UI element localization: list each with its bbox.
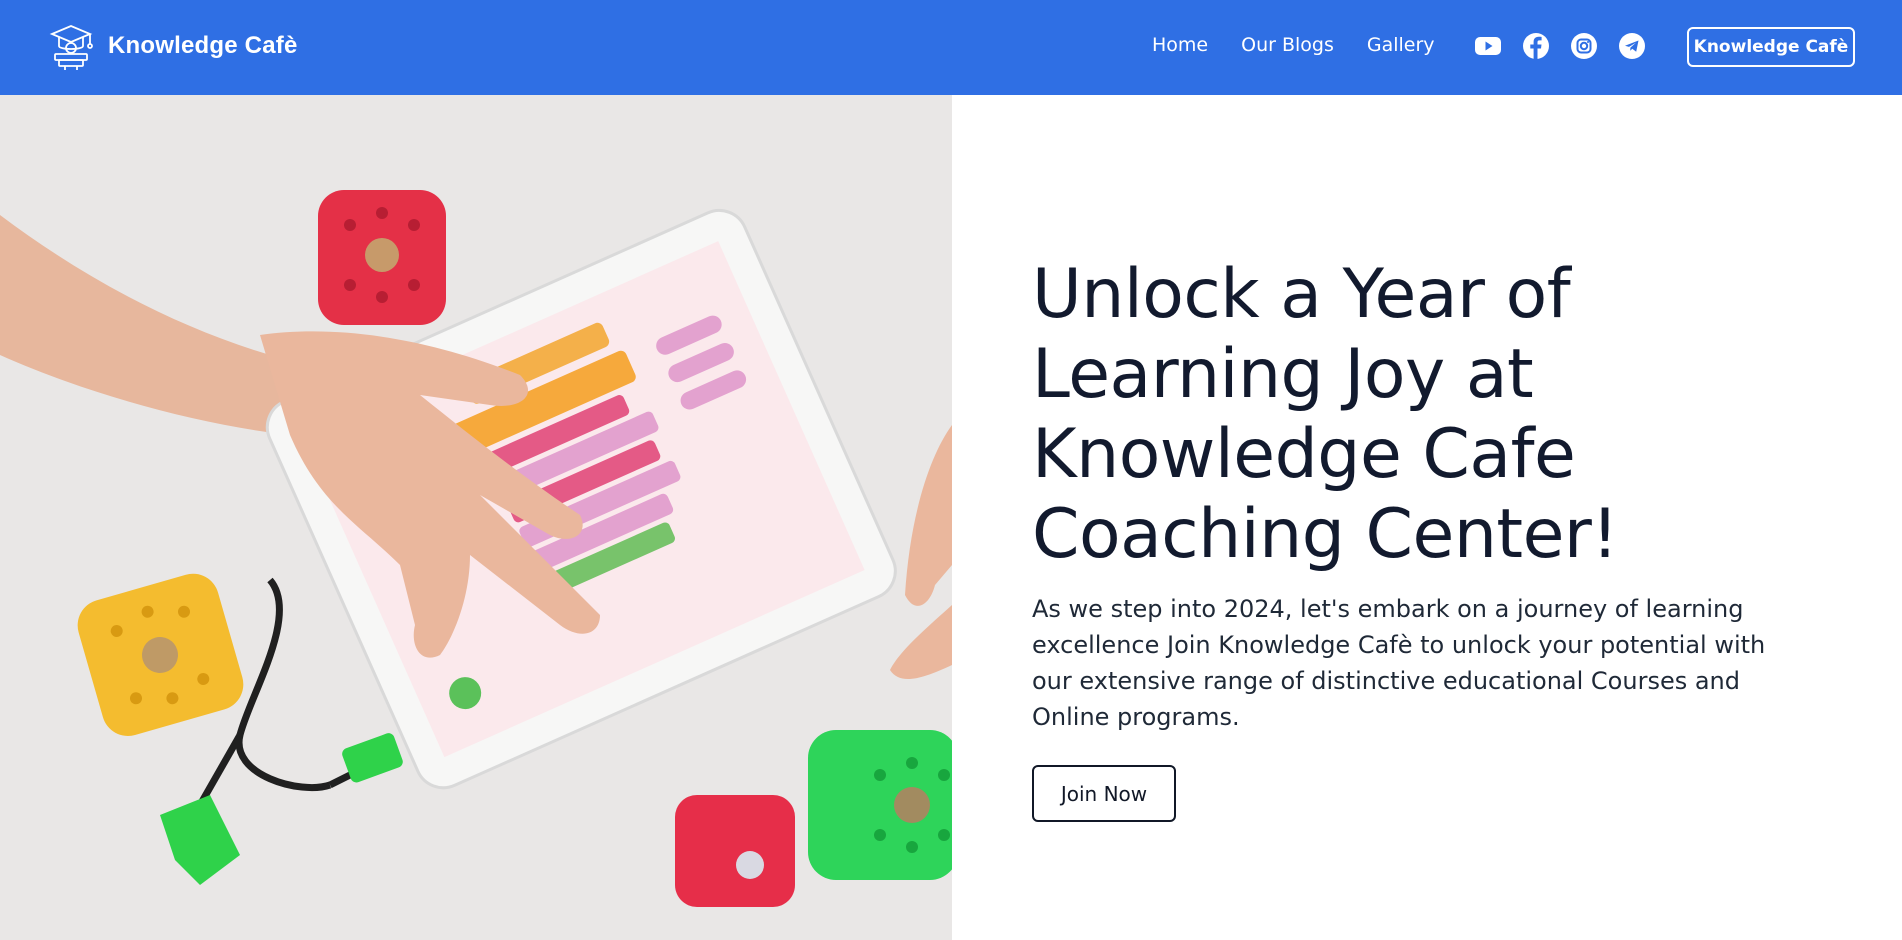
main-nav: Home Our Blogs Gallery: [1152, 34, 1468, 56]
nav-gallery[interactable]: Gallery: [1367, 34, 1435, 56]
social-links: [1474, 32, 1666, 60]
hero-title: Unlock a Year of Learning Joy at Knowled…: [1032, 255, 1619, 574]
graduation-cap-logo-icon: [49, 25, 93, 70]
hero-photo-illustration: [0, 95, 952, 940]
telegram-icon[interactable]: [1618, 32, 1646, 60]
brand[interactable]: Knowledge Cafè: [48, 22, 298, 70]
hero-image: [0, 95, 952, 940]
join-now-button[interactable]: Join Now: [1032, 765, 1176, 822]
instagram-icon[interactable]: [1570, 32, 1598, 60]
facebook-icon[interactable]: [1522, 32, 1550, 60]
header-cta-button[interactable]: Knowledge Cafè: [1687, 27, 1855, 67]
youtube-icon[interactable]: [1474, 32, 1502, 60]
brand-name: Knowledge Cafè: [108, 32, 298, 59]
nav-our-blogs[interactable]: Our Blogs: [1241, 34, 1334, 56]
hero-description: As we step into 2024, let's embark on a …: [1032, 595, 1766, 731]
hero-content: Unlock a Year of Learning Joy at Knowled…: [1032, 255, 1832, 822]
site-header: Knowledge Cafè Home Our Blogs Gallery Kn…: [0, 0, 1902, 95]
nav-home[interactable]: Home: [1152, 34, 1208, 56]
